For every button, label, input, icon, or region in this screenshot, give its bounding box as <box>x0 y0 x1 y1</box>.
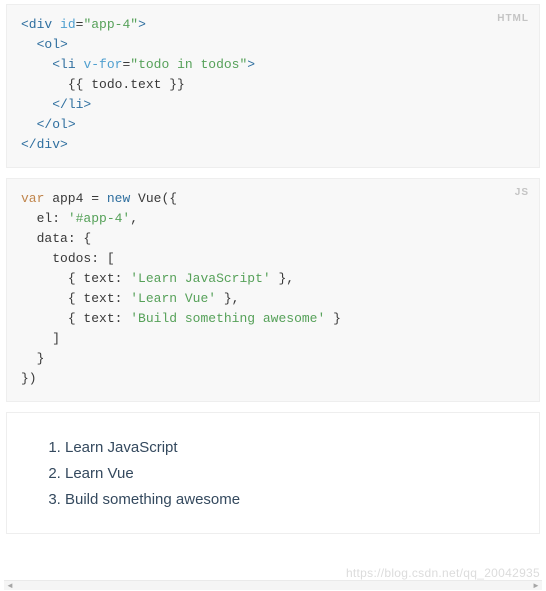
code-line: <ol> <box>21 35 525 55</box>
code-line: </div> <box>21 135 525 155</box>
list-item: Build something awesome <box>65 487 505 513</box>
lang-label-html: HTML <box>497 9 529 29</box>
code-line: </li> <box>21 95 525 115</box>
code-line: todos: [ <box>21 249 525 269</box>
horizontal-scrollbar[interactable]: ◄ ► <box>4 580 542 590</box>
output-list: Learn JavaScript Learn Vue Build somethi… <box>41 435 505 513</box>
code-line: {{ todo.text }} <box>21 75 525 95</box>
list-item: Learn Vue <box>65 461 505 487</box>
code-line: el: '#app-4', <box>21 209 525 229</box>
scroll-left-icon[interactable]: ◄ <box>4 581 16 590</box>
code-line: var app4 = new Vue({ <box>21 189 525 209</box>
code-line: <div id="app-4"> <box>21 15 525 35</box>
code-block-js: JS var app4 = new Vue({ el: '#app-4', da… <box>6 178 540 402</box>
output-block: Learn JavaScript Learn Vue Build somethi… <box>6 412 540 534</box>
code-line: { text: 'Build something awesome' } <box>21 309 525 329</box>
scroll-right-icon[interactable]: ► <box>530 581 542 590</box>
code-line: { text: 'Learn Vue' }, <box>21 289 525 309</box>
code-line: ] <box>21 329 525 349</box>
list-item: Learn JavaScript <box>65 435 505 461</box>
code-line: }) <box>21 369 525 389</box>
code-line: </ol> <box>21 115 525 135</box>
lang-label-js: JS <box>515 183 529 203</box>
code-line: <li v-for="todo in todos"> <box>21 55 525 75</box>
code-block-html: HTML <div id="app-4"> <ol> <li v-for="to… <box>6 4 540 168</box>
code-line: { text: 'Learn JavaScript' }, <box>21 269 525 289</box>
watermark: https://blog.csdn.net/qq_20042935 <box>346 566 540 580</box>
code-line: } <box>21 349 525 369</box>
code-line: data: { <box>21 229 525 249</box>
